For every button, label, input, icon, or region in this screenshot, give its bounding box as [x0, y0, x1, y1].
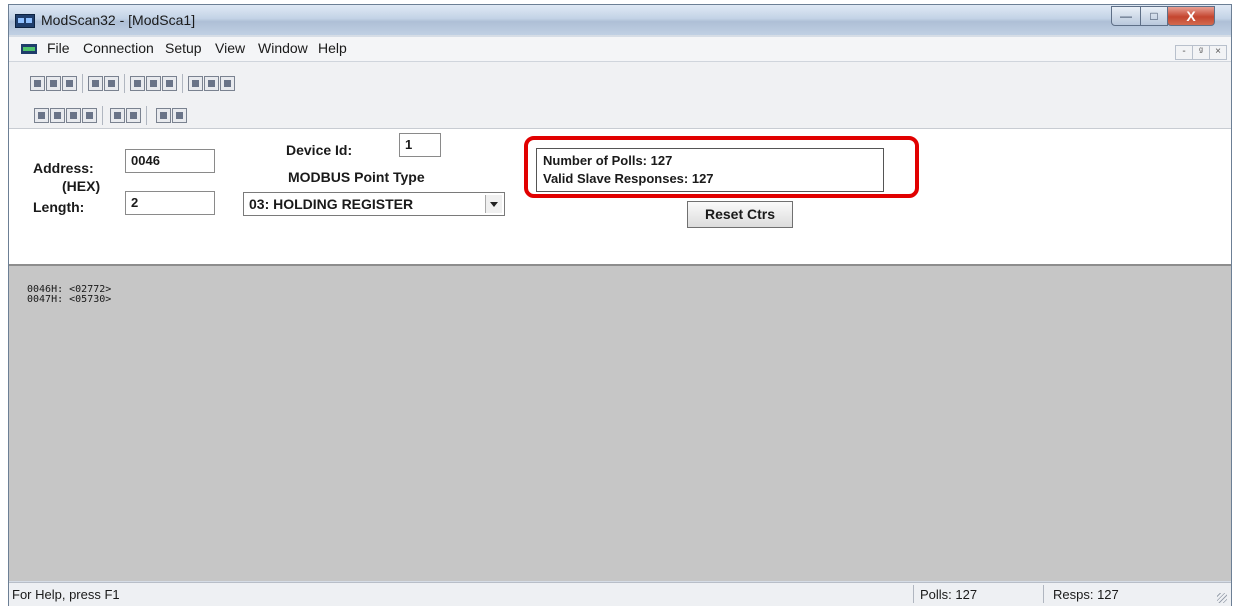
device-id-field[interactable]: 1: [399, 133, 441, 157]
menu-window[interactable]: Window: [258, 40, 308, 56]
chevron-down-icon[interactable]: [485, 195, 502, 213]
new-icon[interactable]: [30, 76, 45, 91]
toolbar-separator: [102, 106, 103, 125]
connect-icon[interactable]: [88, 76, 103, 91]
status-divider: [1043, 585, 1044, 603]
poll-icon[interactable]: [146, 76, 161, 91]
about-icon[interactable]: [204, 76, 219, 91]
send-icon[interactable]: [156, 108, 171, 123]
status-bar: For Help, press F1 Polls: 127 Resps: 127: [9, 582, 1231, 606]
menu-help[interactable]: Help: [318, 40, 347, 56]
toolbar-separator: [182, 74, 183, 93]
toolbar-separator: [124, 74, 125, 93]
app-icon[interactable]: [15, 14, 35, 28]
status-help-text: For Help, press F1: [12, 587, 120, 602]
device-id-label: Device Id:: [286, 142, 353, 158]
menu-setup[interactable]: Setup: [165, 40, 202, 56]
address-field[interactable]: 0046: [125, 149, 215, 173]
write-icon[interactable]: [162, 76, 177, 91]
register-data-area[interactable]: 0046H: <02772> 0047H: <05730>: [9, 266, 1231, 581]
open-icon[interactable]: [46, 76, 61, 91]
maximize-button[interactable]: □: [1140, 6, 1168, 26]
menu-connection[interactable]: Connection: [83, 40, 154, 56]
length-field[interactable]: 2: [125, 191, 215, 215]
resize-grip-icon[interactable]: [1217, 593, 1227, 603]
disconnect-icon[interactable]: [104, 76, 119, 91]
status-polls: Polls: 127: [920, 587, 978, 602]
address-label: Address:: [33, 160, 94, 176]
toolbar-separator: [146, 106, 147, 125]
input-register-icon[interactable]: [82, 108, 97, 123]
receive-icon[interactable]: [172, 108, 187, 123]
save-icon[interactable]: [62, 76, 77, 91]
menu-view[interactable]: View: [215, 40, 245, 56]
status-resps: Resps: 127: [1053, 587, 1119, 602]
menu-bar: File Connection Setup View Window Help -…: [9, 37, 1231, 62]
child-close-button[interactable]: ×: [1209, 45, 1227, 60]
child-minimize-button[interactable]: -: [1175, 45, 1193, 60]
holding-register-icon[interactable]: [66, 108, 81, 123]
reset-counters-button[interactable]: Reset Ctrs: [687, 201, 793, 228]
help-icon[interactable]: [220, 76, 235, 91]
point-type-dropdown[interactable]: 03: HOLDING REGISTER: [243, 192, 505, 216]
highlight-annotation: [524, 136, 919, 198]
toolbar: [9, 62, 1231, 129]
settings-panel: Address: (HEX) 0046 Length: 2 Device Id:…: [9, 129, 1231, 266]
point-type-value: 03: HOLDING REGISTER: [249, 196, 414, 212]
child-restore-button[interactable]: ᵍ: [1192, 45, 1210, 60]
register-row: 0047H: <05730>: [27, 294, 112, 305]
input-status-icon[interactable]: [50, 108, 65, 123]
main-window: ModScan32 - [ModSca1] — □ X File Connect…: [8, 4, 1232, 606]
address-hex-label: (HEX): [62, 178, 101, 194]
menu-file[interactable]: File: [47, 40, 70, 56]
status-divider: [913, 585, 914, 603]
print-icon[interactable]: [188, 76, 203, 91]
window-title: ModScan32 - [ModSca1]: [41, 12, 196, 28]
point-type-label: MODBUS Point Type: [288, 169, 425, 185]
child-window-icon[interactable]: [21, 44, 37, 54]
write-register-icon[interactable]: [126, 108, 141, 123]
minimize-button[interactable]: —: [1111, 6, 1141, 26]
close-button[interactable]: X: [1167, 6, 1215, 26]
title-bar[interactable]: ModScan32 - [ModSca1] — □ X: [9, 5, 1231, 35]
toolbar-separator: [82, 74, 83, 93]
write-coil-icon[interactable]: [110, 108, 125, 123]
length-label: Length:: [33, 199, 85, 215]
display-options-icon[interactable]: [130, 76, 145, 91]
coil-status-icon[interactable]: [34, 108, 49, 123]
